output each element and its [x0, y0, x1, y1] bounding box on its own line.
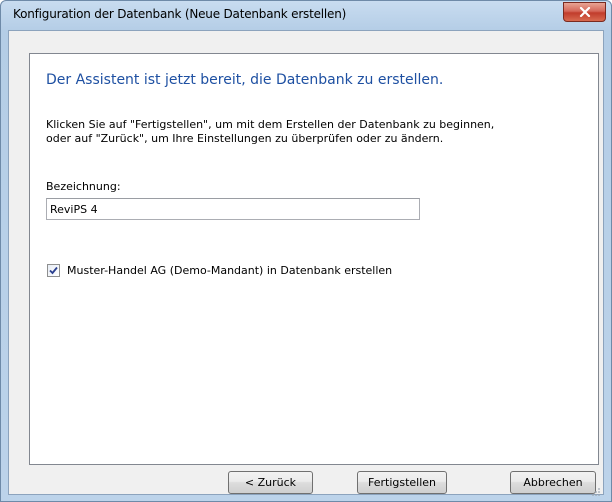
demo-checkbox[interactable]	[47, 264, 60, 277]
finish-button[interactable]: Fertigstellen	[357, 471, 447, 494]
close-icon	[579, 7, 591, 17]
checkmark-icon	[49, 266, 58, 275]
description-line-2: oder auf "Zurück", um Ihre Einstellungen…	[46, 132, 444, 145]
name-input[interactable]	[46, 198, 420, 220]
back-button[interactable]: < Zurück	[228, 471, 313, 494]
dialog-client-area: Der Assistent ist jetzt bereit, die Date…	[8, 30, 604, 496]
wizard-panel: Der Assistent ist jetzt bereit, die Date…	[29, 53, 599, 465]
demo-checkbox-row[interactable]: Muster-Handel AG (Demo-Mandant) in Daten…	[47, 264, 392, 277]
cancel-button[interactable]: Abbrechen	[510, 471, 596, 494]
dialog-window: Konfiguration der Datenbank (Neue Datenb…	[0, 0, 612, 502]
resize-grip-icon[interactable]	[591, 482, 601, 496]
demo-checkbox-label: Muster-Handel AG (Demo-Mandant) in Daten…	[67, 264, 393, 277]
description-line-1: Klicken Sie auf "Fertigstellen", um mit …	[46, 118, 495, 131]
close-button[interactable]	[563, 2, 606, 22]
wizard-description: Klicken Sie auf "Fertigstellen", um mit …	[46, 118, 494, 146]
window-title: Konfiguration der Datenbank (Neue Datenb…	[13, 7, 347, 21]
wizard-heading: Der Assistent ist jetzt bereit, die Date…	[46, 72, 444, 88]
name-label: Bezeichnung:	[46, 180, 121, 193]
